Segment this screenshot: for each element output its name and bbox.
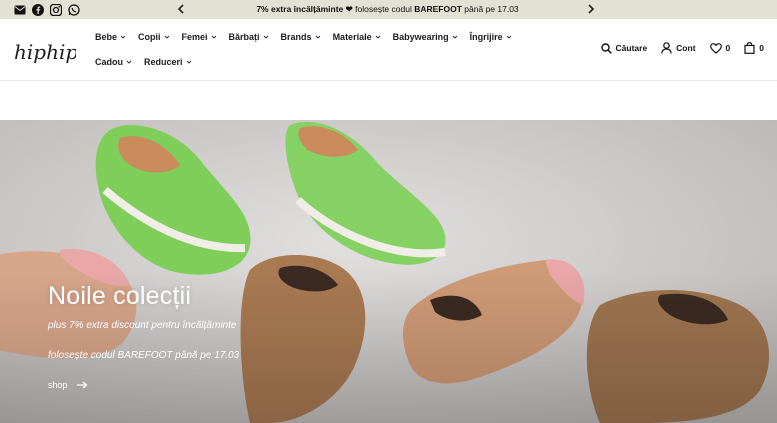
nav-item-copii[interactable]: Copii xyxy=(138,31,170,43)
facebook-icon[interactable] xyxy=(31,3,44,16)
hero-banner[interactable]: Noile colecții plus 7% extra discount pe… xyxy=(0,120,777,423)
account-button[interactable]: Cont xyxy=(661,42,696,54)
promo-text-part: folosește codul xyxy=(355,4,412,14)
cart-count: 0 xyxy=(759,43,764,53)
shopping-bag-icon xyxy=(744,42,755,54)
nav-item-ingrijire[interactable]: Îngrijire xyxy=(470,31,512,43)
chevron-left-icon xyxy=(177,4,184,14)
chevron-down-icon xyxy=(120,35,126,39)
nav-label: Materiale xyxy=(332,32,372,42)
chevron-down-icon xyxy=(186,60,191,64)
nav-item-materiale[interactable]: Materiale xyxy=(333,31,381,43)
account-label: Cont xyxy=(676,43,696,53)
cart-button[interactable]: 0 xyxy=(744,42,764,54)
nav-item-cadou[interactable]: Cadou xyxy=(95,56,132,68)
hero-title: Noile colecții xyxy=(48,282,192,310)
chevron-right-icon xyxy=(588,4,595,14)
promo-message: 7% extra încălțăminte ❤ folosește codul … xyxy=(200,4,575,15)
nav-label: Reduceri xyxy=(144,57,183,67)
nav-item-femei[interactable]: Femei xyxy=(182,31,217,43)
search-label: Căutare xyxy=(615,43,648,53)
wishlist-count: 0 xyxy=(725,43,731,53)
nav-label: Copii xyxy=(138,32,161,42)
nav-item-reduceri[interactable]: Reduceri xyxy=(144,56,192,68)
promo-text-part: până pe 17.03 xyxy=(464,4,519,14)
nav-label: Bărbați xyxy=(228,32,260,42)
promo-text-part: 7% extra încălțăminte xyxy=(256,4,344,14)
svg-text:hiphip: hiphip xyxy=(14,40,76,64)
nav-label: Femei xyxy=(181,32,208,42)
nav-item-brands[interactable]: Brands xyxy=(281,31,321,43)
search-icon xyxy=(600,42,612,54)
promo-code: BAREFOOT xyxy=(414,4,462,14)
instagram-icon[interactable] xyxy=(49,3,62,16)
announcement-bar: 7% extra încălțăminte ❤ folosește codul … xyxy=(0,0,777,19)
header-spacer xyxy=(0,82,777,120)
chevron-down-icon xyxy=(126,60,132,64)
site-logo[interactable]: hiphip xyxy=(14,39,78,67)
nav-item-barbati[interactable]: Bărbați xyxy=(229,31,269,43)
shop-link-label: shop xyxy=(48,380,68,390)
heart-icon xyxy=(709,42,722,54)
nav-label: Îngrijire xyxy=(469,32,503,42)
chevron-down-icon xyxy=(315,35,320,39)
nav-label: Bebe xyxy=(95,32,118,42)
promo-next-button[interactable] xyxy=(583,1,599,17)
nav-label: Cadou xyxy=(95,57,123,67)
chevron-down-icon xyxy=(164,35,169,39)
chevron-down-icon xyxy=(375,35,380,39)
nav-label: Babywearing xyxy=(392,32,449,42)
promo-prev-button[interactable] xyxy=(173,1,189,17)
social-links xyxy=(13,3,80,16)
chevron-down-icon xyxy=(506,35,511,39)
chevron-down-icon xyxy=(211,35,216,39)
hero-subtitle: plus 7% extra discount pentru încălțămin… xyxy=(48,320,237,331)
hero-subtitle: folosește codul BAREFOOT până pe 17.03 xyxy=(48,350,240,361)
shop-link[interactable]: shop xyxy=(48,380,88,390)
chevron-down-icon xyxy=(452,35,457,39)
search-button[interactable]: Căutare xyxy=(600,42,648,54)
header-actions: Căutare Cont 0 0 xyxy=(600,42,764,54)
nav-label: Brands xyxy=(280,32,312,42)
site-header: hiphip Bebe Copii Femei Bărbați Brands M… xyxy=(0,19,777,81)
hero-image xyxy=(0,120,777,423)
nav-item-babywearing[interactable]: Babywearing xyxy=(393,31,458,43)
user-icon xyxy=(661,42,672,54)
heart-icon: ❤ xyxy=(345,4,353,14)
arrow-right-icon xyxy=(76,381,88,389)
chevron-down-icon xyxy=(263,35,268,39)
nav-item-bebe[interactable]: Bebe xyxy=(95,31,126,43)
mail-icon[interactable] xyxy=(13,3,26,16)
wishlist-button[interactable]: 0 xyxy=(709,42,731,54)
main-navigation: Bebe Copii Femei Bărbați Brands Material… xyxy=(95,31,565,68)
whatsapp-icon[interactable] xyxy=(67,3,80,16)
